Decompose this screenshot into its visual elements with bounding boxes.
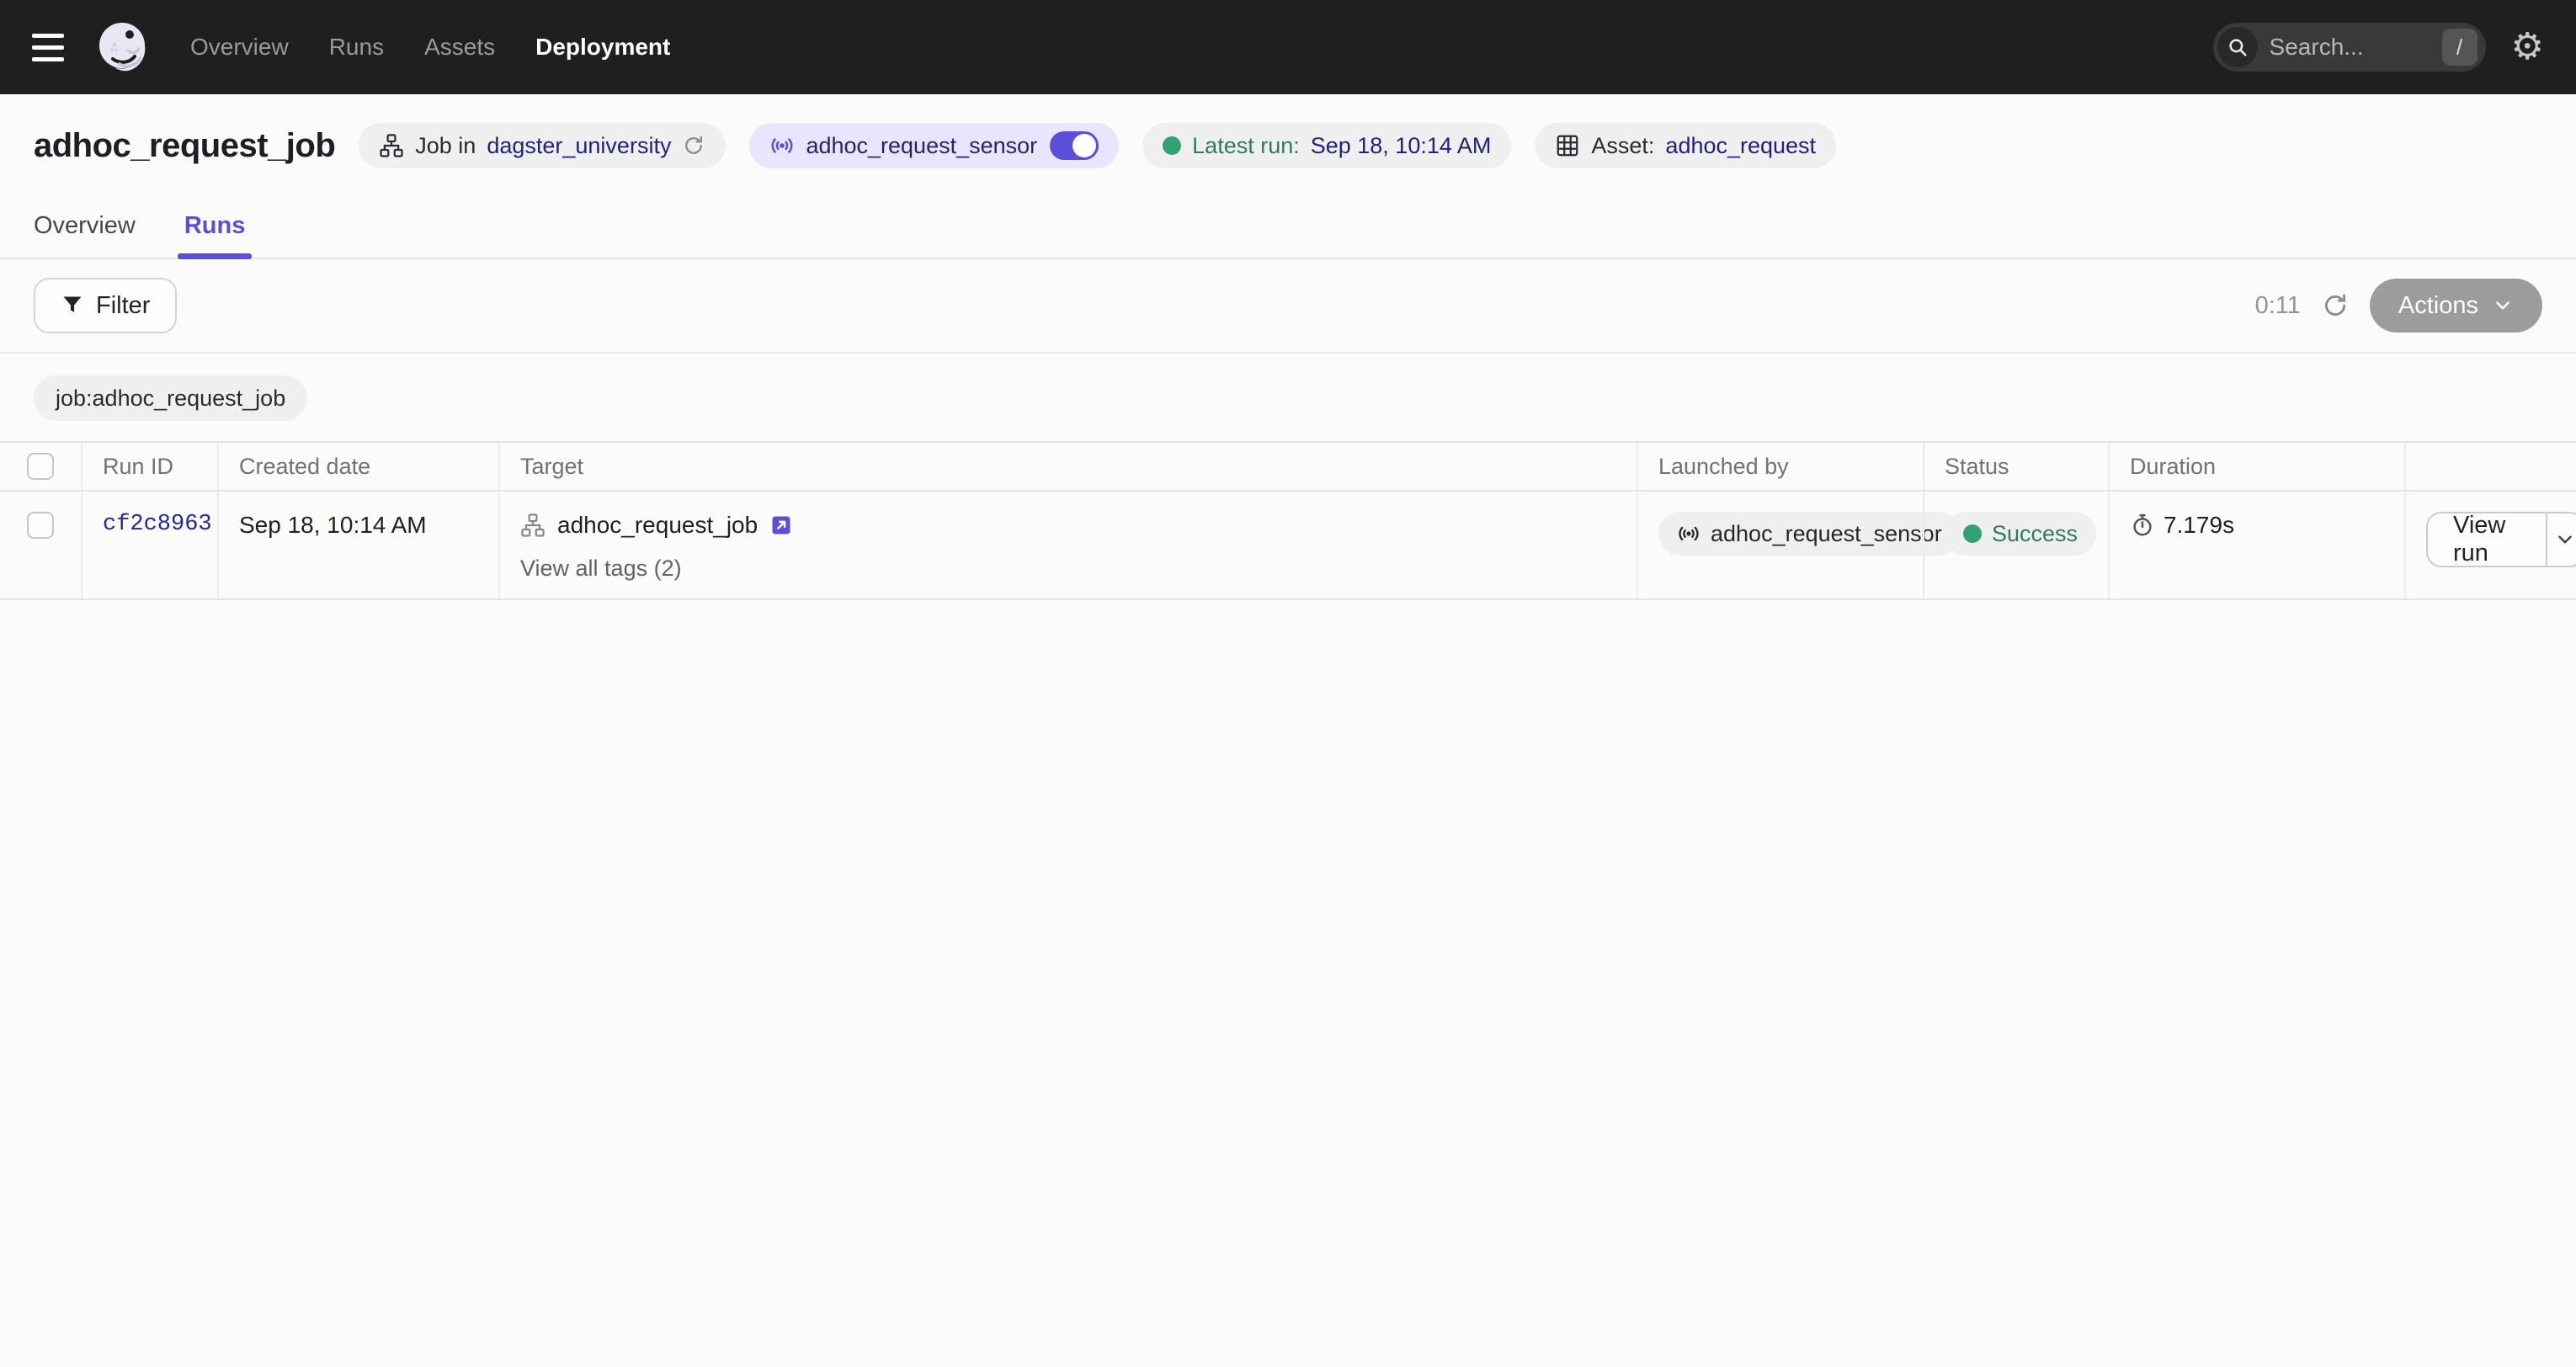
search-input[interactable] [2258, 34, 2442, 61]
job-icon [520, 513, 546, 538]
search-box[interactable]: / [2213, 23, 2486, 72]
page-header: adhoc_request_job Job in dagster_univers… [0, 94, 2576, 194]
duration-value: 7.179s [2164, 512, 2234, 539]
tab-runs[interactable]: Runs [184, 194, 246, 258]
runs-toolbar: Filter 0:11 Actions [0, 259, 2576, 352]
status-value: Success [1992, 521, 2078, 547]
row-checkbox[interactable] [27, 512, 54, 539]
dagster-logo[interactable] [94, 19, 150, 75]
sensor-chip: adhoc_request_sensor [749, 123, 1119, 168]
col-created-date: Created date [217, 443, 498, 490]
status-dot [1963, 524, 1982, 543]
chevron-down-icon [2492, 295, 2514, 316]
target-cell: adhoc_request_job View all tags (2) [498, 492, 1637, 598]
asset-chip: Asset: adhoc_request [1535, 123, 1836, 168]
page-title: adhoc_request_job [34, 127, 335, 165]
toolbar-right: 0:11 Actions [2255, 279, 2542, 332]
launched-by-cell: adhoc_request_sensor [1637, 492, 1923, 598]
runs-table: Run ID Created date Target Launched by S… [0, 441, 2576, 600]
sensor-icon [1677, 522, 1700, 545]
topnav-runs[interactable]: Runs [329, 34, 384, 61]
col-launched-by: Launched by [1637, 443, 1923, 490]
created-date-value: Sep 18, 10:14 AM [239, 512, 427, 538]
run-id-cell: cf2c8963 [81, 492, 217, 598]
view-run-dropdown-button[interactable] [2546, 513, 2576, 566]
topnav-assets[interactable]: Assets [424, 34, 495, 61]
filter-button[interactable]: Filter [34, 278, 177, 333]
run-id-link[interactable]: cf2c8963 [103, 512, 212, 537]
table-row: cf2c8963 Sep 18, 10:14 AM adhoc_request_… [0, 492, 2576, 600]
view-run-button[interactable]: View run [2428, 513, 2546, 566]
col-actions [2404, 443, 2576, 490]
refresh-icon[interactable] [2321, 291, 2350, 320]
topbar: Overview Runs Assets Deployment / ⚙ [0, 0, 2576, 94]
asset-chip-label: Asset: [1591, 133, 1654, 159]
latest-run-label: Latest run: [1192, 133, 1300, 159]
col-duration: Duration [2108, 443, 2404, 490]
job-tabs: Overview Runs [0, 194, 2576, 259]
latest-run-timestamp-link[interactable]: Sep 18, 10:14 AM [1311, 133, 1492, 159]
hamburger-menu-icon[interactable] [32, 29, 69, 66]
col-status: Status [1923, 443, 2108, 490]
job-chip-prefix: Job in [415, 133, 476, 159]
col-target: Target [498, 443, 1637, 490]
tab-overview[interactable]: Overview [34, 194, 136, 258]
row-checkbox-cell [0, 492, 81, 598]
active-filters-row: job:adhoc_request_job [0, 354, 2576, 441]
sensor-toggle[interactable] [1050, 131, 1099, 160]
asset-link[interactable]: adhoc_request [1665, 133, 1816, 159]
select-all-checkbox[interactable] [27, 453, 54, 480]
search-icon [2217, 27, 2258, 67]
topnav-overview[interactable]: Overview [190, 34, 289, 61]
select-all-cell [0, 443, 81, 490]
topnav-deployment[interactable]: Deployment [535, 34, 670, 61]
chevron-down-icon [2554, 529, 2576, 551]
actions-button[interactable]: Actions [2370, 279, 2542, 332]
latest-run-chip: Latest run: Sep 18, 10:14 AM [1142, 123, 1511, 168]
gear-icon[interactable]: ⚙ [2511, 29, 2544, 66]
search-shortcut-badge: / [2442, 29, 2478, 66]
filter-button-label: Filter [96, 292, 150, 320]
reload-location-icon[interactable] [682, 134, 705, 157]
row-actions-cell: View run [2404, 492, 2576, 598]
target-job-name[interactable]: adhoc_request_job [557, 512, 758, 539]
view-all-tags-link[interactable]: View all tags (2) [520, 556, 682, 582]
latest-run-status-dot [1163, 136, 1181, 155]
launched-by-chip[interactable]: adhoc_request_sensor [1658, 512, 1961, 556]
job-icon [379, 133, 404, 158]
duration-cell: 7.179s [2108, 492, 2404, 598]
view-run-split-button: View run [2426, 512, 2576, 567]
refresh-countdown: 0:11 [2255, 292, 2301, 320]
filter-chip-job[interactable]: job:adhoc_request_job [34, 375, 307, 421]
launched-by-value: adhoc_request_sensor [1711, 521, 1942, 547]
created-date-cell: Sep 18, 10:14 AM [217, 492, 498, 598]
status-cell: Success [1923, 492, 2108, 598]
col-run-id: Run ID [81, 443, 217, 490]
runs-table-header: Run ID Created date Target Launched by S… [0, 443, 2576, 492]
sensor-name-link[interactable]: adhoc_request_sensor [806, 133, 1037, 159]
code-location-link[interactable]: dagster_university [487, 133, 671, 159]
asset-icon [1555, 133, 1580, 158]
job-location-chip: Job in dagster_university [359, 123, 726, 168]
status-badge: Success [1945, 512, 2096, 556]
stopwatch-icon [2130, 513, 2155, 538]
funnel-icon [61, 294, 84, 317]
sensor-icon [769, 133, 795, 158]
external-link-icon[interactable] [769, 513, 793, 537]
actions-button-label: Actions [2398, 292, 2478, 320]
